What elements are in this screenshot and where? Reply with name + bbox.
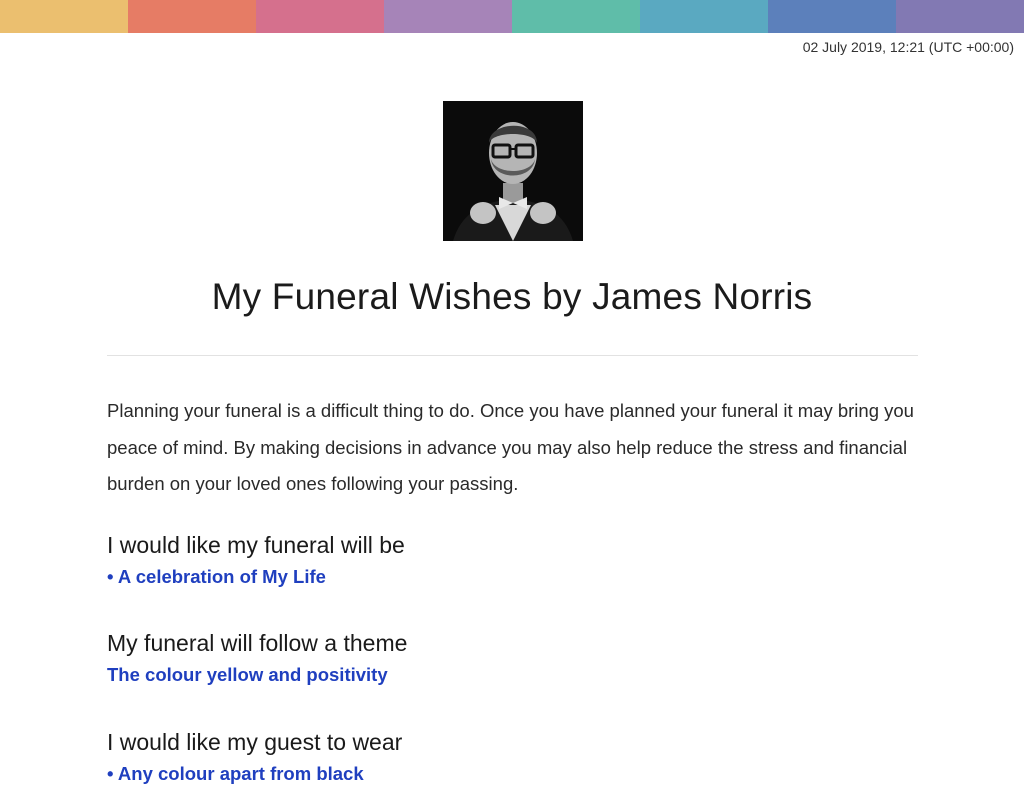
intro-paragraph: Planning your funeral is a difficult thi… xyxy=(107,400,914,494)
title-divider xyxy=(107,355,918,356)
section-heading: I would like my funeral will be xyxy=(107,532,405,558)
color-bar-segment-2 xyxy=(128,0,256,33)
page-title: My Funeral Wishes by James Norris xyxy=(211,276,813,317)
section-answer: The colour yellow and positivity xyxy=(107,664,388,685)
section-heading: I would like my guest to wear xyxy=(107,729,403,755)
color-bar-segment-6 xyxy=(640,0,768,33)
header-color-bar xyxy=(0,0,1024,33)
timestamp: 02 July 2019, 12:21 (UTC +00:00) xyxy=(802,39,1014,55)
color-bar-segment-8 xyxy=(896,0,1024,33)
portrait-photo-icon xyxy=(443,101,583,241)
color-bar-segment-1 xyxy=(0,0,128,33)
section-answer: • A celebration of My Life xyxy=(107,566,326,587)
section-funeral-type: I would like my funeral will be • A cele… xyxy=(107,530,919,590)
profile-photo xyxy=(443,101,583,241)
section-guest-attire: I would like my guest to wear • Any colo… xyxy=(107,727,919,787)
color-bar-segment-4 xyxy=(384,0,512,33)
color-bar-segment-3 xyxy=(256,0,384,33)
color-bar-segment-7 xyxy=(768,0,896,33)
section-funeral-theme: My funeral will follow a theme The colou… xyxy=(107,628,919,688)
section-heading: My funeral will follow a theme xyxy=(107,630,408,656)
section-answer: • Any colour apart from black xyxy=(107,763,364,784)
color-bar-segment-5 xyxy=(512,0,640,33)
